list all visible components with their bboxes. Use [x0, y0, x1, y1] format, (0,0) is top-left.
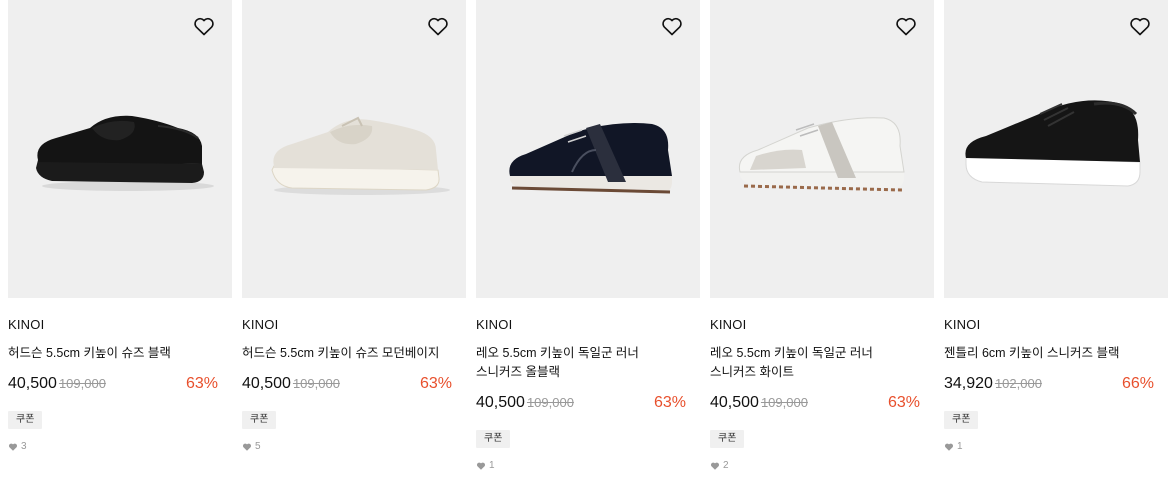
discount-rate: 63%: [185, 375, 218, 392]
product-brand[interactable]: KINOI: [8, 317, 232, 333]
sale-price: 34,920: [944, 375, 993, 392]
wishlist-heart-icon[interactable]: [1128, 14, 1152, 38]
sale-price: 40,500: [710, 394, 759, 411]
wishlist-heart-icon[interactable]: [660, 14, 684, 38]
product-card[interactable]: KINOI 허드슨 5.5cm 키높이 슈즈 모던베이지 40,500 109,0…: [242, 0, 466, 452]
price-row: 40,500 109,000 63%: [476, 394, 686, 414]
product-card[interactable]: KINOI 레오 5.5cm 키높이 독일군 러너 스니커즈 화이트 40,50…: [710, 0, 934, 471]
product-name[interactable]: 허드슨 5.5cm 키높이 슈즈 모던베이지: [242, 344, 454, 363]
like-count: 3: [8, 441, 232, 452]
coupon-badge: 쿠폰: [242, 411, 277, 429]
product-image[interactable]: [710, 0, 934, 298]
like-count-value: 5: [255, 441, 261, 452]
price-row: 40,500 109,000 63%: [8, 375, 218, 395]
discount-rate: 63%: [653, 394, 686, 411]
discount-rate: 63%: [887, 394, 920, 411]
wishlist-heart-icon[interactable]: [192, 14, 216, 38]
coupon-badge: 쿠폰: [710, 430, 745, 448]
sale-price: 40,500: [8, 375, 57, 392]
like-count: 1: [476, 460, 700, 471]
small-heart-icon: [944, 443, 954, 451]
price-row: 40,500 109,000 63%: [710, 394, 920, 414]
product-name[interactable]: 레오 5.5cm 키높이 독일군 러너 스니커즈 화이트: [710, 344, 922, 382]
price-row: 40,500 109,000 63%: [242, 375, 452, 395]
shoe-image: [509, 123, 672, 194]
like-count: 2: [710, 460, 934, 471]
original-price: 109,000: [58, 376, 106, 391]
wishlist-heart-icon[interactable]: [426, 14, 450, 38]
product-name[interactable]: 허드슨 5.5cm 키높이 슈즈 블랙: [8, 344, 220, 363]
small-heart-icon: [710, 462, 720, 470]
product-card[interactable]: KINOI 허드슨 5.5cm 키높이 슈즈 블랙 40,500 109,000 …: [8, 0, 232, 452]
product-brand[interactable]: KINOI: [476, 317, 700, 333]
product-image[interactable]: [8, 0, 232, 298]
like-count-value: 2: [723, 460, 729, 471]
product-brand[interactable]: KINOI: [944, 317, 1168, 333]
original-price: 109,000: [292, 376, 340, 391]
wishlist-heart-icon[interactable]: [894, 14, 918, 38]
original-price: 102,000: [994, 376, 1042, 391]
discount-rate: 63%: [419, 375, 452, 392]
like-count: 5: [242, 441, 466, 452]
shoe-image: [738, 117, 905, 192]
coupon-badge: 쿠폰: [944, 411, 979, 429]
coupon-badge: 쿠폰: [476, 430, 511, 448]
product-image[interactable]: [476, 0, 700, 298]
shoe-image: [965, 100, 1141, 187]
like-count: 1: [944, 441, 1168, 452]
product-name[interactable]: 레오 5.5cm 키높이 독일군 러너 스니커즈 올블랙: [476, 344, 688, 382]
sale-price: 40,500: [242, 375, 291, 392]
product-name[interactable]: 젠틀리 6cm 키높이 스니커즈 블랙: [944, 344, 1156, 363]
like-count-value: 3: [21, 441, 27, 452]
small-heart-icon: [8, 443, 18, 451]
sale-price: 40,500: [476, 394, 525, 411]
discount-rate: 66%: [1121, 375, 1154, 392]
small-heart-icon: [242, 443, 252, 451]
original-price: 109,000: [760, 395, 808, 410]
product-brand[interactable]: KINOI: [710, 317, 934, 333]
shoe-image: [271, 116, 450, 195]
small-heart-icon: [476, 462, 486, 470]
like-count-value: 1: [489, 460, 495, 471]
original-price: 109,000: [526, 395, 574, 410]
product-card[interactable]: KINOI 레오 5.5cm 키높이 독일군 러너 스니커즈 올블랙 40,50…: [476, 0, 700, 471]
product-image[interactable]: [242, 0, 466, 298]
product-brand[interactable]: KINOI: [242, 317, 466, 333]
product-grid: KINOI 허드슨 5.5cm 키높이 슈즈 블랙 40,500 109,000 …: [0, 0, 1173, 503]
price-row: 34,920 102,000 66%: [944, 375, 1154, 395]
product-card[interactable]: KINOI 젠틀리 6cm 키높이 스니커즈 블랙 34,920 102,000 …: [944, 0, 1168, 452]
shoe-image: [36, 115, 214, 191]
coupon-badge: 쿠폰: [8, 411, 43, 429]
product-image[interactable]: [944, 0, 1168, 298]
like-count-value: 1: [957, 441, 963, 452]
